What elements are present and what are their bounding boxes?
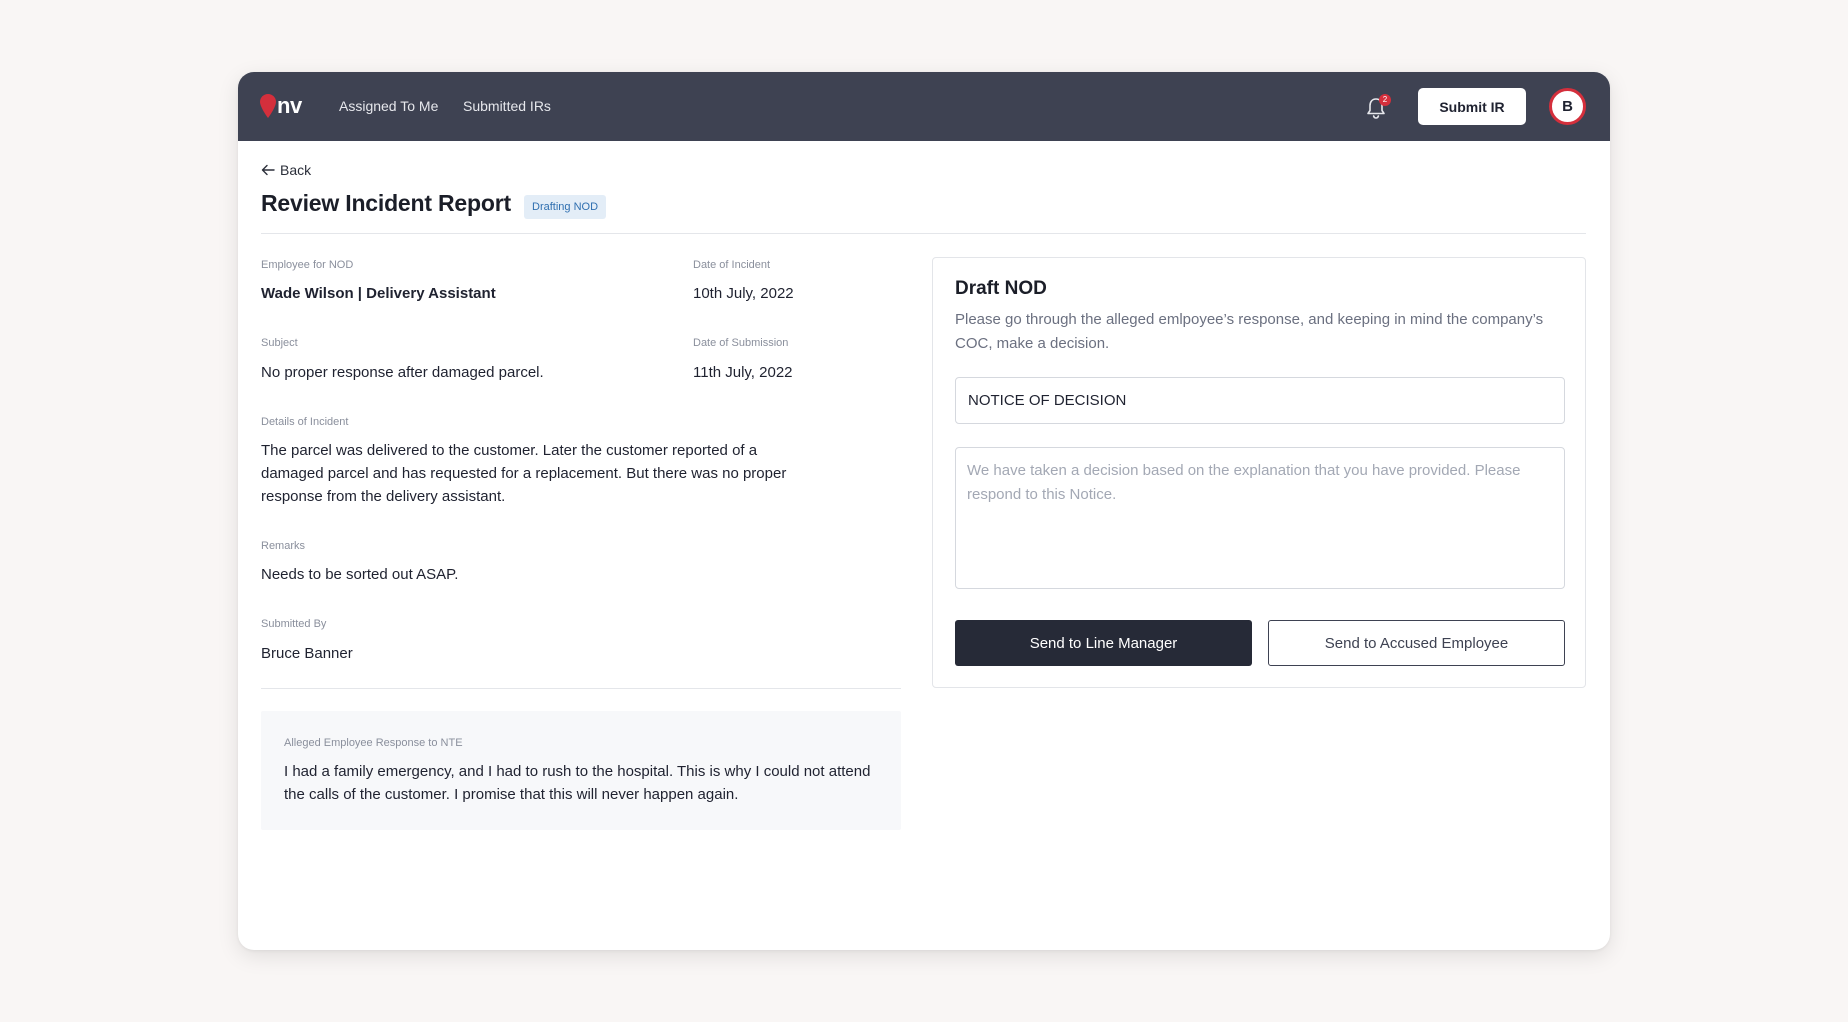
submit-ir-button[interactable]: Submit IR [1418,88,1526,125]
details-label: Details of Incident [261,416,349,428]
date-of-submission-label: Date of Submission [693,337,789,349]
employee-response-panel: Alleged Employee Response to NTE I had a… [261,711,901,830]
nav-assigned-to-me[interactable]: Assigned To Me [339,97,438,115]
draft-title: Draft NOD [955,278,1047,299]
draft-nod-card: Draft NOD Please go through the alleged … [932,257,1586,688]
nav-submitted-irs[interactable]: Submitted IRs [463,97,551,115]
back-link[interactable]: Back [261,162,311,178]
logo-text: nv [277,93,302,118]
subject-value: No proper response after damaged parcel. [261,364,544,381]
submitted-by-label: Submitted By [261,618,327,630]
logo[interactable]: nv [260,92,302,120]
send-to-accused-employee-button[interactable]: Send to Accused Employee [1268,620,1565,666]
back-label: Back [280,162,312,178]
status-badge: Drafting NOD [524,195,607,219]
remarks-label: Remarks [261,540,306,552]
employee-value: Wade Wilson | Delivery Assistant [261,285,496,302]
employee-label: Employee for NOD [261,259,354,271]
date-of-submission-value: 11th July, 2022 [693,364,793,381]
top-nav-bar: nv Assigned To Me Submitted IRs 2 Submit… [238,72,1610,141]
response-value: I had a family emergency, and I had to r… [284,763,871,803]
arrow-left-icon [261,164,275,176]
date-of-incident-label: Date of Incident [693,259,771,271]
details-value: The parcel was delivered to the customer… [261,442,787,505]
notice-body-textarea[interactable] [955,447,1565,589]
details-divider [261,688,901,689]
user-avatar[interactable]: B [1549,88,1586,125]
page-title: Review Incident Report [261,190,511,216]
response-label: Alleged Employee Response to NTE [284,737,463,749]
notifications-button[interactable]: 2 [1365,94,1391,120]
date-of-incident-value: 10th July, 2022 [693,285,794,302]
remarks-value: Needs to be sorted out ASAP. [261,566,459,583]
notice-title-input[interactable] [955,377,1565,424]
draft-description: Please go through the alleged emlpoyee’s… [955,311,1544,352]
submitted-by-value: Bruce Banner [261,645,353,662]
header-divider [261,233,1586,234]
notification-count-badge: 2 [1379,94,1391,106]
send-to-line-manager-button[interactable]: Send to Line Manager [955,620,1252,666]
app-window: nv Assigned To Me Submitted IRs 2 Submit… [238,72,1610,950]
subject-label: Subject [261,337,298,349]
map-pin-logo-icon [260,94,276,118]
